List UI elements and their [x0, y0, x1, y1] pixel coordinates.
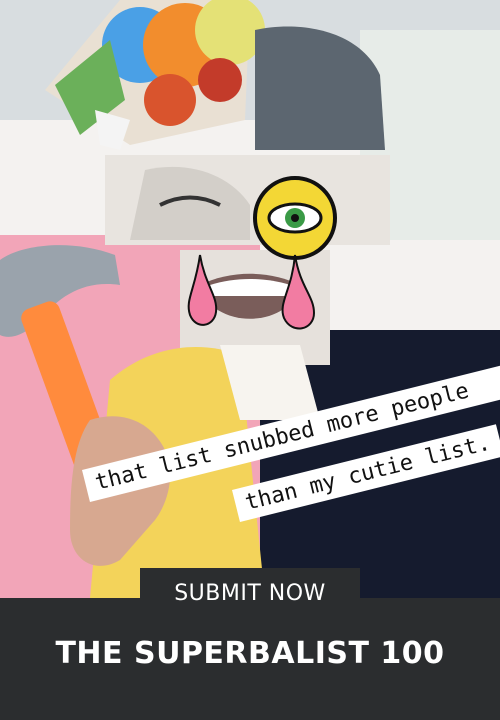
footer-title: THE SUPERBALIST 100	[55, 636, 445, 671]
collage-image: that list snubbed more people than my cu…	[0, 0, 500, 598]
superbalist-ad[interactable]: that list snubbed more people than my cu…	[0, 0, 500, 720]
submit-now-button[interactable]: SUBMIT NOW	[140, 568, 360, 618]
eye-sticker	[253, 176, 337, 260]
